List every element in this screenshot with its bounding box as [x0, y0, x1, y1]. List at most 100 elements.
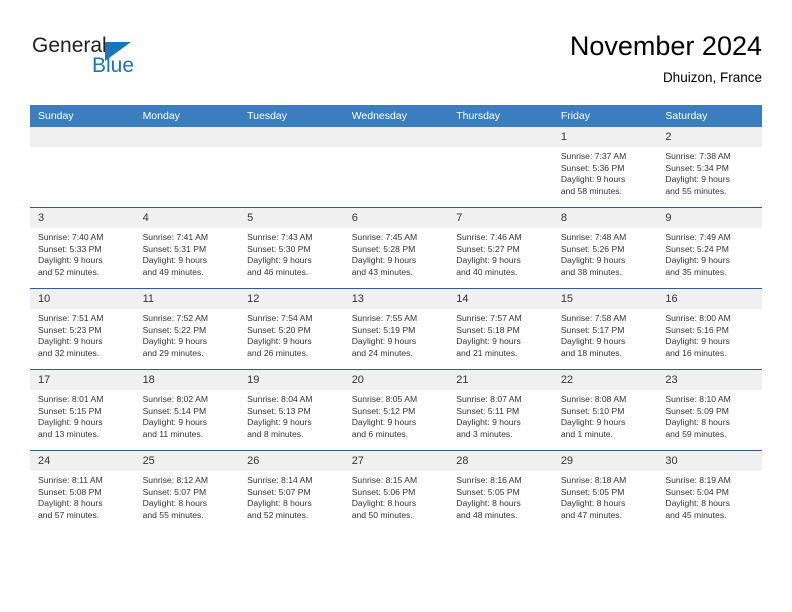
calendar-day-cell[interactable]: 5 Sunrise: 7:43 AM Sunset: 5:30 PM Daylight…: [239, 207, 344, 289]
day-number: 12: [239, 289, 344, 309]
general-blue-logo[interactable]: General Blue: [30, 34, 220, 90]
calendar-day-cell[interactable]: 7 Sunrise: 7:46 AM Sunset: 5:27 PM Daylight…: [448, 207, 553, 289]
day-number: 10: [30, 289, 135, 309]
day-detail-line: Sunrise: 7:52 AM: [142, 313, 209, 323]
calendar-day-cell[interactable]: 8 Sunrise: 7:48 AM Sunset: 5:26 PM Daylight…: [552, 207, 658, 289]
day-detail-line: Daylight: 9 hours: [456, 336, 521, 347]
calendar-day-cell[interactable]: 26 Sunrise: 8:14 AM Sunset: 5:07 PM Dayligh…: [239, 450, 344, 531]
calendar-day-cell[interactable]: 30 Sunrise: 8:19 AM Sunset: 5:04 PM Dayligh…: [657, 450, 762, 531]
day-number: 4: [134, 208, 240, 228]
calendar-day-cell[interactable]: 24 Sunrise: 8:11 AM Sunset: 5:08 PM Dayligh…: [30, 450, 135, 531]
day-details: Sunrise: 7:45 AM Sunset: 5:28 PM Daylight:…: [344, 228, 449, 278]
day-details: Sunrise: 8:02 AM Sunset: 5:14 PM Daylight:…: [135, 390, 240, 440]
day-detail-line: and 55 minutes.: [142, 509, 204, 520]
day-detail-line: Sunrise: 8:11 AM: [38, 475, 103, 485]
day-detail-line: Daylight: 9 hours: [142, 336, 208, 347]
calendar-day-cell[interactable]: 6 Sunrise: 7:45 AM Sunset: 5:28 PM Daylight…: [343, 207, 449, 289]
calendar-day-cell[interactable]: 28 Sunrise: 8:16 AM Sunset: 5:05 PM Dayligh…: [448, 450, 553, 531]
page-title: November 2024: [569, 31, 762, 61]
day-detail-line: Sunset: 5:10 PM: [560, 405, 625, 416]
day-details: Sunrise: 7:51 AM Sunset: 5:23 PM Daylight:…: [30, 309, 135, 359]
day-detail-line: Daylight: 8 hours: [456, 498, 521, 509]
day-details: Sunrise: 8:18 AM Sunset: 5:05 PM Daylight:…: [553, 471, 658, 521]
calendar-day-cell[interactable]: 11 Sunrise: 7:52 AM Sunset: 5:22 PM Dayligh…: [134, 288, 240, 370]
day-detail-line: Sunrise: 7:48 AM: [560, 232, 627, 242]
calendar-day-cell[interactable]: 29 Sunrise: 8:18 AM Sunset: 5:05 PM Dayligh…: [552, 450, 658, 531]
calendar-day-cell[interactable]: 13 Sunrise: 7:55 AM Sunset: 5:19 PM Dayligh…: [343, 288, 449, 370]
day-number: 13: [343, 289, 449, 309]
day-number: 25: [134, 451, 240, 471]
day-details: Sunrise: 7:57 AM Sunset: 5:18 PM Daylight:…: [448, 309, 553, 359]
day-detail-line: Sunset: 5:26 PM: [560, 243, 625, 254]
calendar-day-cell[interactable]: 2 Sunrise: 7:38 AM Sunset: 5:34 PM Daylight…: [657, 127, 762, 208]
calendar-day-cell[interactable]: 21 Sunrise: 8:07 AM Sunset: 5:11 PM Dayligh…: [448, 369, 553, 451]
day-details: Sunrise: 8:12 AM Sunset: 5:07 PM Daylight:…: [135, 471, 240, 521]
day-detail-line: Sunset: 5:17 PM: [560, 324, 625, 335]
calendar-day-cell[interactable]: 15 Sunrise: 7:58 AM Sunset: 5:17 PM Dayligh…: [552, 288, 658, 370]
calendar-day-cell[interactable]: 27 Sunrise: 8:15 AM Sunset: 5:06 PM Dayligh…: [343, 450, 449, 531]
day-detail-line: and 52 minutes.: [247, 509, 309, 520]
day-details: Sunrise: 8:07 AM Sunset: 5:11 PM Daylight:…: [448, 390, 553, 440]
day-detail-line: Daylight: 8 hours: [560, 498, 626, 509]
calendar-day-cell[interactable]: 14 Sunrise: 7:57 AM Sunset: 5:18 PM Dayligh…: [448, 288, 553, 370]
calendar-day-cell[interactable]: 3 Sunrise: 7:40 AM Sunset: 5:33 PM Daylight…: [30, 207, 135, 289]
day-detail-line: Sunrise: 8:10 AM: [665, 394, 731, 404]
day-details: Sunrise: 7:52 AM Sunset: 5:22 PM Daylight:…: [135, 309, 240, 359]
day-number: 6: [343, 208, 449, 228]
day-details: Sunrise: 7:58 AM Sunset: 5:17 PM Daylight:…: [553, 309, 658, 359]
calendar-day-cell[interactable]: 17 Sunrise: 8:01 AM Sunset: 5:15 PM Dayligh…: [30, 369, 135, 451]
day-detail-line: Sunrise: 7:57 AM: [456, 313, 522, 323]
day-detail-line: Sunrise: 7:38 AM: [665, 151, 731, 161]
day-detail-line: Daylight: 9 hours: [142, 417, 208, 428]
calendar-day-cell[interactable]: 19 Sunrise: 8:04 AM Sunset: 5:13 PM Dayligh…: [239, 369, 344, 451]
day-detail-line: Sunrise: 8:19 AM: [665, 475, 731, 485]
day-detail-line: Sunset: 5:07 PM: [247, 486, 311, 497]
day-details: Sunrise: 7:48 AM Sunset: 5:26 PM Daylight:…: [553, 228, 658, 278]
day-detail-line: Sunrise: 7:54 AM: [247, 313, 313, 323]
day-detail-line: and 55 minutes.: [665, 185, 727, 196]
day-detail-line: Daylight: 9 hours: [351, 255, 417, 266]
day-detail-line: and 48 minutes.: [456, 509, 518, 520]
calendar-day-cell[interactable]: 4 Sunrise: 7:41 AM Sunset: 5:31 PM Daylight…: [134, 207, 240, 289]
day-detail-line: Daylight: 9 hours: [665, 174, 730, 185]
day-detail-line: Sunrise: 8:16 AM: [456, 475, 522, 485]
calendar-day-cell[interactable]: 22 Sunrise: 8:08 AM Sunset: 5:10 PM Dayligh…: [552, 369, 658, 451]
calendar-day-cell[interactable]: 12 Sunrise: 7:54 AM Sunset: 5:20 PM Dayligh…: [239, 288, 344, 370]
calendar-day-cell[interactable]: 9 Sunrise: 7:49 AM Sunset: 5:24 PM Daylight…: [657, 207, 762, 289]
calendar-day-cell[interactable]: 16 Sunrise: 8:00 AM Sunset: 5:16 PM Dayligh…: [657, 288, 762, 370]
day-detail-line: and 47 minutes.: [560, 509, 622, 520]
calendar-day-cell[interactable]: 25 Sunrise: 8:12 AM Sunset: 5:07 PM Dayligh…: [134, 450, 240, 531]
day-detail-line: Sunset: 5:04 PM: [665, 486, 729, 497]
day-detail-line: and 58 minutes.: [560, 185, 622, 196]
day-detail-line: and 59 minutes.: [665, 428, 727, 439]
day-detail-line: and 16 minutes.: [665, 347, 727, 358]
day-detail-line: Daylight: 9 hours: [560, 255, 626, 266]
day-detail-line: Daylight: 8 hours: [142, 498, 208, 509]
day-detail-line: and 1 minute.: [560, 428, 613, 439]
day-detail-line: Daylight: 8 hours: [38, 498, 103, 509]
calendar-day-cell[interactable]: 18 Sunrise: 8:02 AM Sunset: 5:14 PM Dayligh…: [134, 369, 240, 451]
day-detail-line: Daylight: 9 hours: [665, 255, 730, 266]
calendar-week-row: 10 Sunrise: 7:51 AM Sunset: 5:23 PM Dayligh…: [30, 288, 762, 370]
calendar-day-cell[interactable]: 23 Sunrise: 8:10 AM Sunset: 5:09 PM Dayligh…: [657, 369, 762, 451]
page-subtitle: Dhuizon, France: [662, 70, 762, 85]
calendar-day-cell[interactable]: 10 Sunrise: 7:51 AM Sunset: 5:23 PM Dayligh…: [30, 288, 135, 370]
day-number: 16: [657, 289, 762, 309]
day-detail-line: Sunrise: 8:00 AM: [665, 313, 731, 323]
day-detail-line: Daylight: 9 hours: [38, 255, 103, 266]
calendar-day-cell[interactable]: 20 Sunrise: 8:05 AM Sunset: 5:12 PM Dayligh…: [343, 369, 449, 451]
day-detail-line: and 40 minutes.: [456, 266, 518, 277]
day-detail-line: and 45 minutes.: [665, 509, 727, 520]
day-number: 18: [134, 370, 240, 390]
day-detail-line: and 43 minutes.: [351, 266, 413, 277]
day-detail-line: Sunrise: 8:05 AM: [351, 394, 418, 404]
day-detail-line: Daylight: 9 hours: [38, 336, 103, 347]
day-number: 1: [552, 127, 658, 147]
day-detail-line: Daylight: 9 hours: [247, 336, 312, 347]
day-detail-line: Daylight: 9 hours: [351, 336, 417, 347]
day-detail-line: Sunset: 5:11 PM: [456, 405, 520, 416]
day-number: 30: [657, 451, 762, 471]
day-number: 17: [30, 370, 135, 390]
calendar-day-cell[interactable]: 1 Sunrise: 7:37 AM Sunset: 5:36 PM Daylight…: [552, 127, 658, 208]
day-detail-line: Sunrise: 7:46 AM: [456, 232, 522, 242]
